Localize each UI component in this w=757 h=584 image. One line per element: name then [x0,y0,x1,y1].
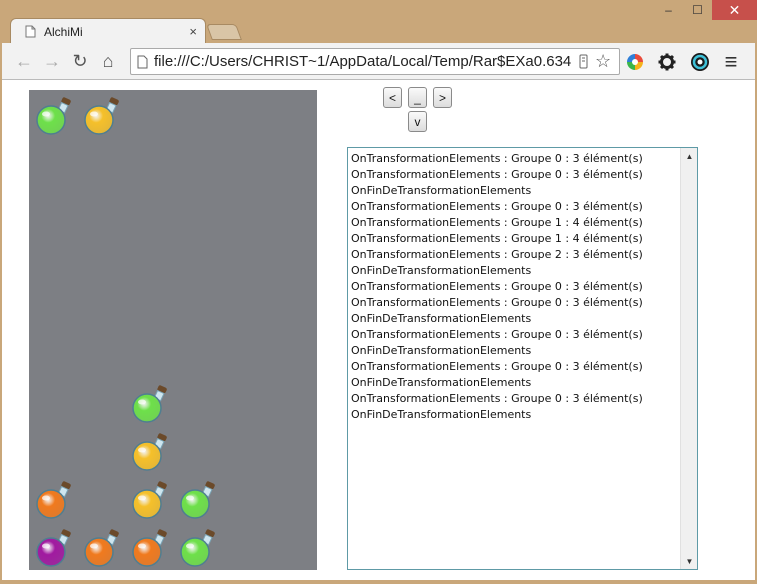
log-line: OnTransformationElements : Groupe 0 : 3 … [351,392,643,405]
move-left-button[interactable]: < [383,87,402,108]
log-line: OnTransformationElements : Groupe 1 : 4 … [351,232,643,245]
move-down-button[interactable]: v [408,111,427,132]
menu-button[interactable]: ≡ [718,49,744,75]
maximize-button[interactable]: ☐ [683,0,712,20]
bookmark-star-icon[interactable]: ☆ [595,51,611,72]
file-icon [137,55,148,68]
scroll-up-arrow-icon[interactable]: ▲ [681,148,698,164]
log-line: OnTransformationElements : Groupe 0 : 3 … [351,168,643,181]
potion-icon [131,380,167,424]
reload-button[interactable]: ↻ [66,47,94,75]
event-log-textarea[interactable]: OnTransformationElements : Groupe 0 : 3 … [347,147,698,570]
log-line: OnTransformationElements : Groupe 0 : 3 … [351,360,643,373]
potion-icon [35,524,71,568]
page-icon [25,25,36,38]
extension-eye-icon[interactable] [687,49,713,75]
device-icon[interactable] [579,54,588,69]
back-button[interactable]: ← [10,47,38,75]
browser-toolbar: ← → ↻ ⌂ file:///C:/Users/CHRIST~1/AppDat… [2,43,755,80]
log-line: OnTransformationElements : Groupe 0 : 3 … [351,152,643,165]
potion-icon [131,476,167,520]
log-line: OnFinDeTransformationElements [351,312,532,325]
browser-tab[interactable]: AlchiMi × [10,18,206,44]
log-line: OnTransformationElements : Groupe 0 : 3 … [351,280,643,293]
address-bar[interactable]: file:///C:/Users/CHRIST~1/AppData/Local/… [130,48,620,75]
log-line: OnFinDeTransformationElements [351,408,532,421]
move-right-button[interactable]: > [433,87,452,108]
minimize-button[interactable]: ‒ [654,0,683,20]
tab-title: AlchiMi [44,24,83,39]
potion-icon [35,476,71,520]
event-log-lines: OnTransformationElements : Groupe 0 : 3 … [351,151,681,423]
log-line: OnTransformationElements : Groupe 0 : 3 … [351,296,643,309]
log-line: OnFinDeTransformationElements [351,344,532,357]
log-line: OnFinDeTransformationElements [351,376,532,389]
potion-icon [131,524,167,568]
log-line: OnFinDeTransformationElements [351,184,532,197]
drop-button[interactable]: _ [408,87,427,108]
potion-icon [83,524,119,568]
page-content: < _ > v OnTransformationElements : Group… [2,80,755,580]
address-text: file:///C:/Users/CHRIST~1/AppData/Local/… [154,53,572,70]
potion-icon [35,92,71,136]
potion-icon [131,428,167,472]
log-scrollbar[interactable]: ▲ ▼ [680,148,697,569]
log-line: OnTransformationElements : Groupe 0 : 3 … [351,200,643,213]
log-line: OnTransformationElements : Groupe 0 : 3 … [351,328,643,341]
log-line: OnTransformationElements : Groupe 1 : 4 … [351,216,643,229]
log-line: OnFinDeTransformationElements [351,264,532,277]
extension-pinwheel-icon[interactable] [622,49,648,75]
tab-close-button[interactable]: × [189,24,197,39]
new-tab-button[interactable] [206,24,242,40]
potion-icon [83,92,119,136]
window-close-button[interactable]: ✕ [712,0,757,20]
log-line: OnTransformationElements : Groupe 2 : 3 … [351,248,643,261]
scroll-down-arrow-icon[interactable]: ▼ [681,553,698,569]
game-board[interactable] [29,90,317,570]
potion-icon [179,524,215,568]
home-button[interactable]: ⌂ [94,47,122,75]
potion-icon [179,476,215,520]
window-controls: ‒ ☐ ✕ [654,0,757,22]
settings-gear-icon[interactable] [654,49,680,75]
forward-button[interactable]: → [38,47,66,75]
